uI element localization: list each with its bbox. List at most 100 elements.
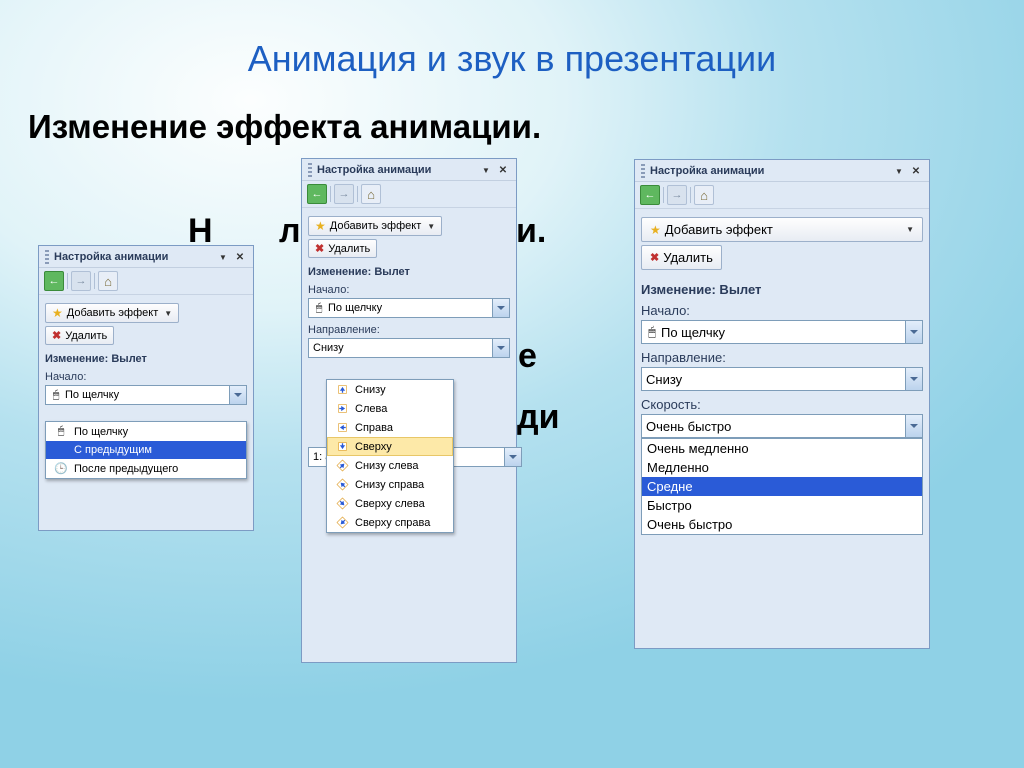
direction-option[interactable]: Снизу справа	[327, 475, 453, 494]
divider	[690, 187, 691, 203]
add-effect-button[interactable]: ★ Добавить эффект ▼	[308, 216, 442, 236]
option-label: С предыдущим	[74, 444, 152, 456]
home-button[interactable]	[98, 271, 118, 291]
add-effect-button[interactable]: ★ Добавить эффект ▼	[45, 303, 179, 323]
pane-title: Настройка анимации	[317, 164, 431, 176]
home-button[interactable]	[361, 184, 381, 204]
delete-icon: ✖	[650, 251, 659, 264]
option-label: Слева	[355, 403, 387, 415]
option-label: Снизу	[355, 384, 386, 396]
section-label: Изменение: Вылет	[45, 353, 247, 365]
mouse-icon: 🖱	[50, 389, 62, 402]
slide-subtitle: Изменение эффекта анимации.	[0, 80, 1024, 146]
close-icon[interactable]	[496, 164, 510, 176]
speed-select[interactable]: Очень быстро	[641, 414, 923, 438]
section-label: Изменение: Вылет	[308, 266, 510, 278]
select-value: По щелчку	[661, 325, 725, 340]
direction-option[interactable]: Сверху справа	[327, 513, 453, 532]
forward-button	[71, 271, 91, 291]
option-icon: 🖱	[52, 425, 70, 438]
speed-option[interactable]: Средне	[642, 477, 922, 496]
back-button[interactable]	[44, 271, 64, 291]
chevron-down-icon[interactable]	[504, 448, 521, 466]
chevron-down-icon[interactable]	[905, 321, 922, 343]
remove-button[interactable]: ✖ Удалить	[45, 326, 114, 345]
start-option[interactable]: 🖱По щелчку	[46, 422, 246, 441]
direction-select[interactable]: Снизу	[308, 338, 510, 358]
pane-header[interactable]: Настройка анимации	[635, 160, 929, 182]
speed-option[interactable]: Очень медленно	[642, 439, 922, 458]
chevron-down-icon[interactable]	[492, 299, 509, 317]
option-label: Сверху слева	[355, 498, 425, 510]
chevron-down-icon[interactable]	[229, 386, 246, 404]
star-icon: ★	[52, 306, 63, 320]
remove-button[interactable]: ✖ Удалить	[641, 245, 722, 270]
select-value: Очень быстро	[646, 419, 731, 434]
nav-row	[635, 182, 929, 209]
slide-title: Анимация и звук в презентации	[0, 0, 1024, 80]
start-option[interactable]: С предыдущим	[46, 441, 246, 459]
divider	[663, 187, 664, 203]
arrow-icon	[333, 402, 351, 415]
start-select[interactable]: 🖱 По щелчку	[308, 298, 510, 318]
section-label: Изменение: Вылет	[641, 282, 923, 297]
start-select[interactable]: 🖱 По щелчку	[45, 385, 247, 405]
pane-header[interactable]: Настройка анимации	[39, 246, 253, 268]
start-option[interactable]: 🕒После предыдущего	[46, 459, 246, 478]
direction-dropdown: Снизу Слева СправаСверху Снизу слева Снизу с…	[326, 379, 454, 533]
direction-option[interactable]: Сверху	[327, 437, 453, 456]
back-button[interactable]	[640, 185, 660, 205]
speed-option[interactable]: Медленно	[642, 458, 922, 477]
field-label-direction: Направление:	[308, 324, 510, 336]
field-label-start: Начало:	[641, 303, 923, 318]
back-button[interactable]	[307, 184, 327, 204]
select-value: Снизу	[646, 372, 682, 387]
pane-start: Настройка анимации ★ Добавить эффект ▼ ✖…	[38, 245, 254, 531]
bg-text: л	[279, 212, 301, 251]
field-label-start: Начало:	[45, 371, 247, 383]
direction-select[interactable]: Снизу	[641, 367, 923, 391]
option-icon: 🕒	[52, 462, 70, 475]
start-select[interactable]: 🖱 По щелчку	[641, 320, 923, 344]
close-icon[interactable]	[233, 251, 247, 263]
option-label: Снизу слева	[355, 460, 419, 472]
remove-button[interactable]: ✖ Удалить	[308, 239, 377, 258]
select-value: По щелчку	[328, 302, 382, 314]
speed-listbox[interactable]: Очень медленноМедленноСреднеБыстроОчень …	[641, 438, 923, 535]
option-label: Снизу справа	[355, 479, 424, 491]
star-icon: ★	[315, 219, 326, 233]
direction-option[interactable]: Сверху слева	[327, 494, 453, 513]
home-button[interactable]	[694, 185, 714, 205]
pane-menu-icon[interactable]	[216, 251, 230, 263]
forward-button	[667, 185, 687, 205]
grip-icon	[641, 164, 645, 178]
pane-title: Настройка анимации	[650, 165, 764, 177]
add-effect-button[interactable]: ★ Добавить эффект ▼	[641, 217, 923, 242]
close-icon[interactable]	[909, 165, 923, 177]
chevron-down-icon[interactable]	[492, 339, 509, 357]
chevron-down-icon[interactable]	[905, 415, 922, 437]
divider	[94, 273, 95, 289]
arrow-icon	[333, 459, 351, 472]
select-value: Снизу	[313, 342, 344, 354]
direction-option[interactable]: Снизу слева	[327, 456, 453, 475]
pane-menu-icon[interactable]	[479, 164, 493, 176]
grip-icon	[308, 163, 312, 177]
mouse-icon: 🖱	[646, 324, 658, 340]
arrow-icon	[333, 421, 351, 434]
direction-option[interactable]: Снизу	[327, 380, 453, 399]
direction-option[interactable]: Справа	[327, 418, 453, 437]
speed-option[interactable]: Быстро	[642, 496, 922, 515]
direction-option[interactable]: Слева	[327, 399, 453, 418]
speed-option[interactable]: Очень быстро	[642, 515, 922, 534]
divider	[330, 186, 331, 202]
pane-header[interactable]: Настройка анимации	[302, 159, 516, 181]
forward-button	[334, 184, 354, 204]
delete-icon: ✖	[52, 329, 61, 342]
chevron-down-icon: ▼	[906, 225, 914, 234]
nav-row	[302, 181, 516, 208]
pane-menu-icon[interactable]	[892, 165, 906, 177]
option-label: Сверху справа	[355, 517, 430, 529]
delete-icon: ✖	[315, 242, 324, 255]
chevron-down-icon[interactable]	[905, 368, 922, 390]
